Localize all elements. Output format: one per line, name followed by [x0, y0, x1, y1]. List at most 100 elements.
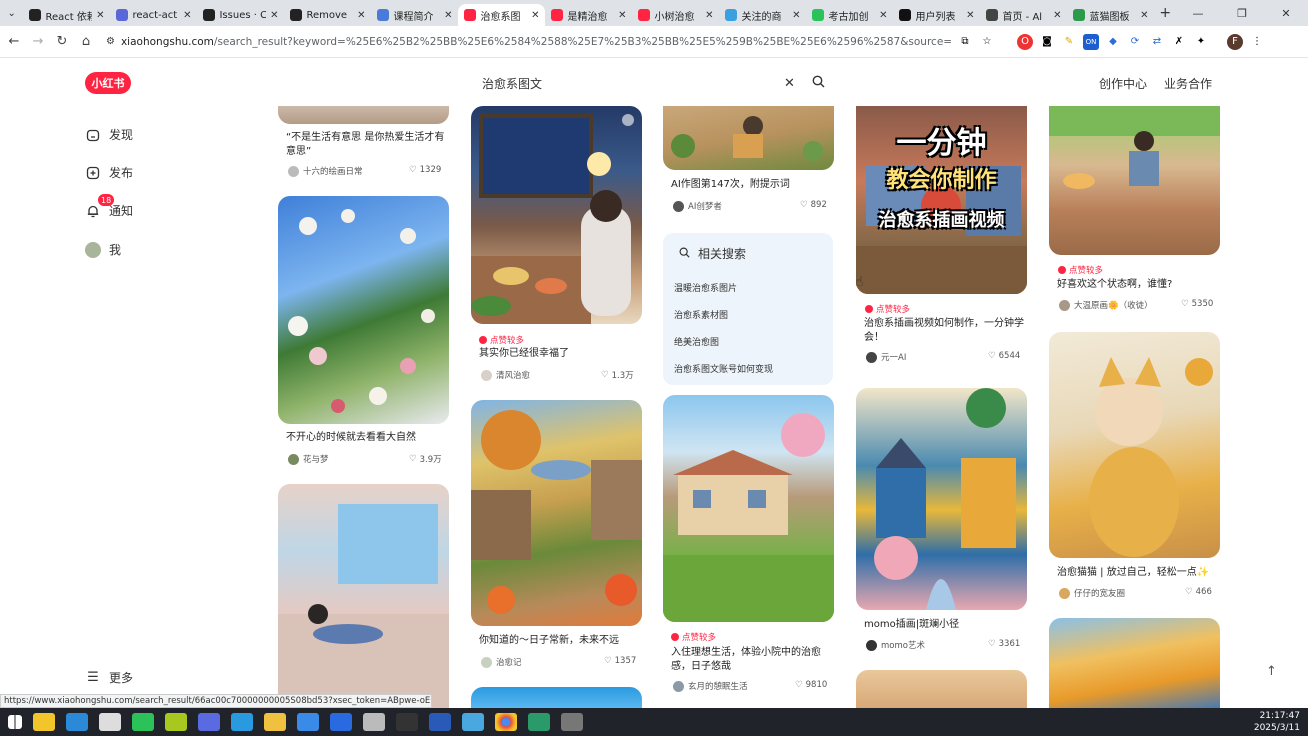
card-author[interactable]: 花与梦 — [288, 453, 329, 465]
browser-tab[interactable]: 小树治愈 ✕ — [632, 4, 719, 26]
taskbar-app-icon[interactable] — [528, 713, 550, 731]
x-ext-icon[interactable]: ✗ — [1171, 34, 1187, 50]
close-window-icon[interactable]: ✕ — [1264, 7, 1308, 20]
card-title[interactable]: 你知道的～日子常新，未来不远 — [479, 634, 639, 648]
card-title[interactable]: 治愈猫猫 | 放过自己，轻松一点✨ — [1057, 566, 1217, 580]
nav-me[interactable]: 我 — [85, 241, 121, 258]
tab-close-icon[interactable]: ✕ — [705, 10, 713, 21]
back-to-top-icon[interactable]: ↑ — [1266, 664, 1277, 679]
related-search-item[interactable]: 绝美治愈图 — [674, 335, 719, 348]
card-image[interactable] — [663, 395, 834, 622]
windows-start-icon[interactable] — [8, 715, 22, 729]
site-info-icon[interactable]: ⚙ — [106, 36, 115, 47]
taskbar-app-icon[interactable] — [297, 713, 319, 731]
nav-more[interactable]: ☰ 更多 — [85, 669, 133, 686]
puzzle-ext-icon[interactable]: ✦ — [1193, 34, 1209, 50]
pen-ext-icon[interactable]: ✎ — [1061, 34, 1077, 50]
install-icon[interactable]: ⧉ — [957, 34, 973, 50]
card-title[interactable]: momo插画|斑斓小径 — [864, 618, 1024, 632]
search-icon[interactable] — [812, 75, 825, 91]
card-image[interactable] — [1049, 332, 1220, 558]
like-button[interactable]: ♡ 6544 — [988, 351, 1020, 361]
tab-close-icon[interactable]: ✕ — [1053, 10, 1061, 21]
related-search-item[interactable]: 治愈系素材图 — [674, 308, 728, 321]
card-image[interactable] — [1049, 618, 1220, 708]
nav-publish[interactable]: 发布 — [85, 164, 133, 181]
wechat-icon[interactable] — [132, 713, 154, 731]
tab-close-icon[interactable]: ✕ — [270, 10, 278, 21]
card-image[interactable] — [278, 106, 449, 124]
tab-close-icon[interactable]: ✕ — [618, 10, 626, 21]
card-author[interactable]: 十六的绘画日常 — [288, 165, 363, 177]
taskbar-app-icon[interactable] — [231, 713, 253, 731]
card-title[interactable]: 治愈系插画视频如何制作，一分钟学会！ — [864, 317, 1024, 345]
card-title[interactable]: AI作图第147次，附提示词 — [671, 178, 831, 192]
profile-avatar[interactable]: F — [1227, 33, 1243, 50]
taskbar-app-icon[interactable] — [396, 713, 418, 731]
sync-ext-icon[interactable]: ⟳ — [1127, 34, 1143, 50]
card-author[interactable]: 治愈记 — [481, 656, 522, 668]
card-image[interactable] — [856, 670, 1027, 708]
taskbar-app-icon[interactable] — [33, 713, 55, 731]
tab-close-icon[interactable]: ✕ — [444, 10, 452, 21]
search-input[interactable]: 治愈系图文 ✕ — [468, 68, 838, 98]
card-title[interactable]: “不是生活有意思 是你热爱生活才有意思” — [286, 131, 446, 159]
business-link[interactable]: 业务合作 — [1164, 75, 1212, 92]
taskbar-app-icon[interactable] — [363, 713, 385, 731]
browser-tab[interactable]: 考古加创 ✕ — [806, 4, 893, 26]
card-image[interactable] — [278, 196, 449, 424]
browser-tab[interactable]: 用户列表 ✕ — [893, 4, 980, 26]
card-image[interactable] — [663, 106, 834, 170]
card-image[interactable] — [471, 106, 642, 324]
browser-tab[interactable]: 治愈系图 ✕ — [458, 4, 546, 26]
like-button[interactable]: ♡ 3361 — [988, 639, 1020, 649]
home-icon[interactable]: ⌂ — [74, 34, 98, 49]
browser-tab[interactable]: 是精治愈 ✕ — [545, 4, 632, 26]
related-search-item[interactable]: 治愈系图文账号如何变现 — [674, 362, 773, 375]
card-image[interactable] — [278, 484, 449, 708]
card-author[interactable]: 仔仔的宽友圈 — [1059, 587, 1125, 599]
browser-tab[interactable]: Remove ✕ — [284, 4, 371, 26]
forward-icon[interactable]: → — [26, 34, 50, 49]
like-button[interactable]: ♡ 892 — [800, 200, 827, 210]
tab-close-icon[interactable]: ✕ — [792, 10, 800, 21]
kebab-menu-icon[interactable]: ⋮ — [1249, 34, 1265, 50]
card-title[interactable]: 不开心的时候就去看看大自然 — [286, 431, 446, 445]
taskbar-app-icon[interactable] — [330, 713, 352, 731]
browser-tab[interactable]: 关注的商 ✕ — [719, 4, 806, 26]
card-image[interactable]: 一分钟 教会你制作 治愈系插画视频 — [856, 106, 1027, 294]
card-image[interactable] — [1049, 106, 1220, 255]
new-tab-button[interactable]: + — [1154, 5, 1176, 21]
browser-tab[interactable]: 首页 - Al ✕ — [980, 4, 1067, 26]
taskbar-app-icon[interactable] — [462, 713, 484, 731]
related-search-item[interactable]: 温暖治愈系图片 — [674, 281, 737, 294]
browser-tab[interactable]: React 依赖 ✕ — [23, 4, 110, 26]
back-icon[interactable]: ← — [2, 34, 26, 49]
browser-tab[interactable]: 蓝猫图板 ✕ — [1067, 4, 1154, 26]
minimize-icon[interactable]: — — [1176, 7, 1220, 20]
card-author[interactable]: 玄月的憩眠生活 — [673, 680, 748, 692]
card-image[interactable] — [471, 687, 642, 708]
like-button[interactable]: ♡ 9810 — [795, 680, 827, 690]
site-logo[interactable]: 小红书 — [85, 72, 131, 94]
tab-close-icon[interactable]: ✕ — [879, 10, 887, 21]
card-author[interactable]: 大温原画🌼（收徒） — [1059, 299, 1153, 311]
browser-tab[interactable]: Issues · C ✕ — [197, 4, 284, 26]
like-button[interactable]: ♡ 1329 — [409, 165, 441, 175]
taskbar-app-icon[interactable] — [99, 713, 121, 731]
card-author[interactable]: AI创梦者 — [673, 200, 722, 212]
card-author[interactable]: momo艺术 — [866, 639, 925, 651]
clear-search-icon[interactable]: ✕ — [784, 76, 795, 91]
like-button[interactable]: ♡ 3.9万 — [409, 453, 442, 465]
address-bar[interactable]: ⚙ xiaohongshu.com/search_result?keyword=… — [106, 29, 951, 54]
tab-close-icon[interactable]: ✕ — [531, 10, 539, 21]
tab-close-icon[interactable]: ✕ — [966, 10, 974, 21]
card-image[interactable] — [471, 400, 642, 626]
card-title[interactable]: 其实你已经很幸福了 — [479, 347, 639, 361]
tab-close-icon[interactable]: ✕ — [1140, 10, 1148, 21]
taskbar-app-icon[interactable] — [198, 713, 220, 731]
translate-ext-icon[interactable]: ⇄ — [1149, 34, 1165, 50]
card-image[interactable] — [856, 388, 1027, 610]
tab-search-icon[interactable]: ⌄ — [0, 0, 23, 26]
chrome-icon[interactable] — [495, 713, 517, 731]
